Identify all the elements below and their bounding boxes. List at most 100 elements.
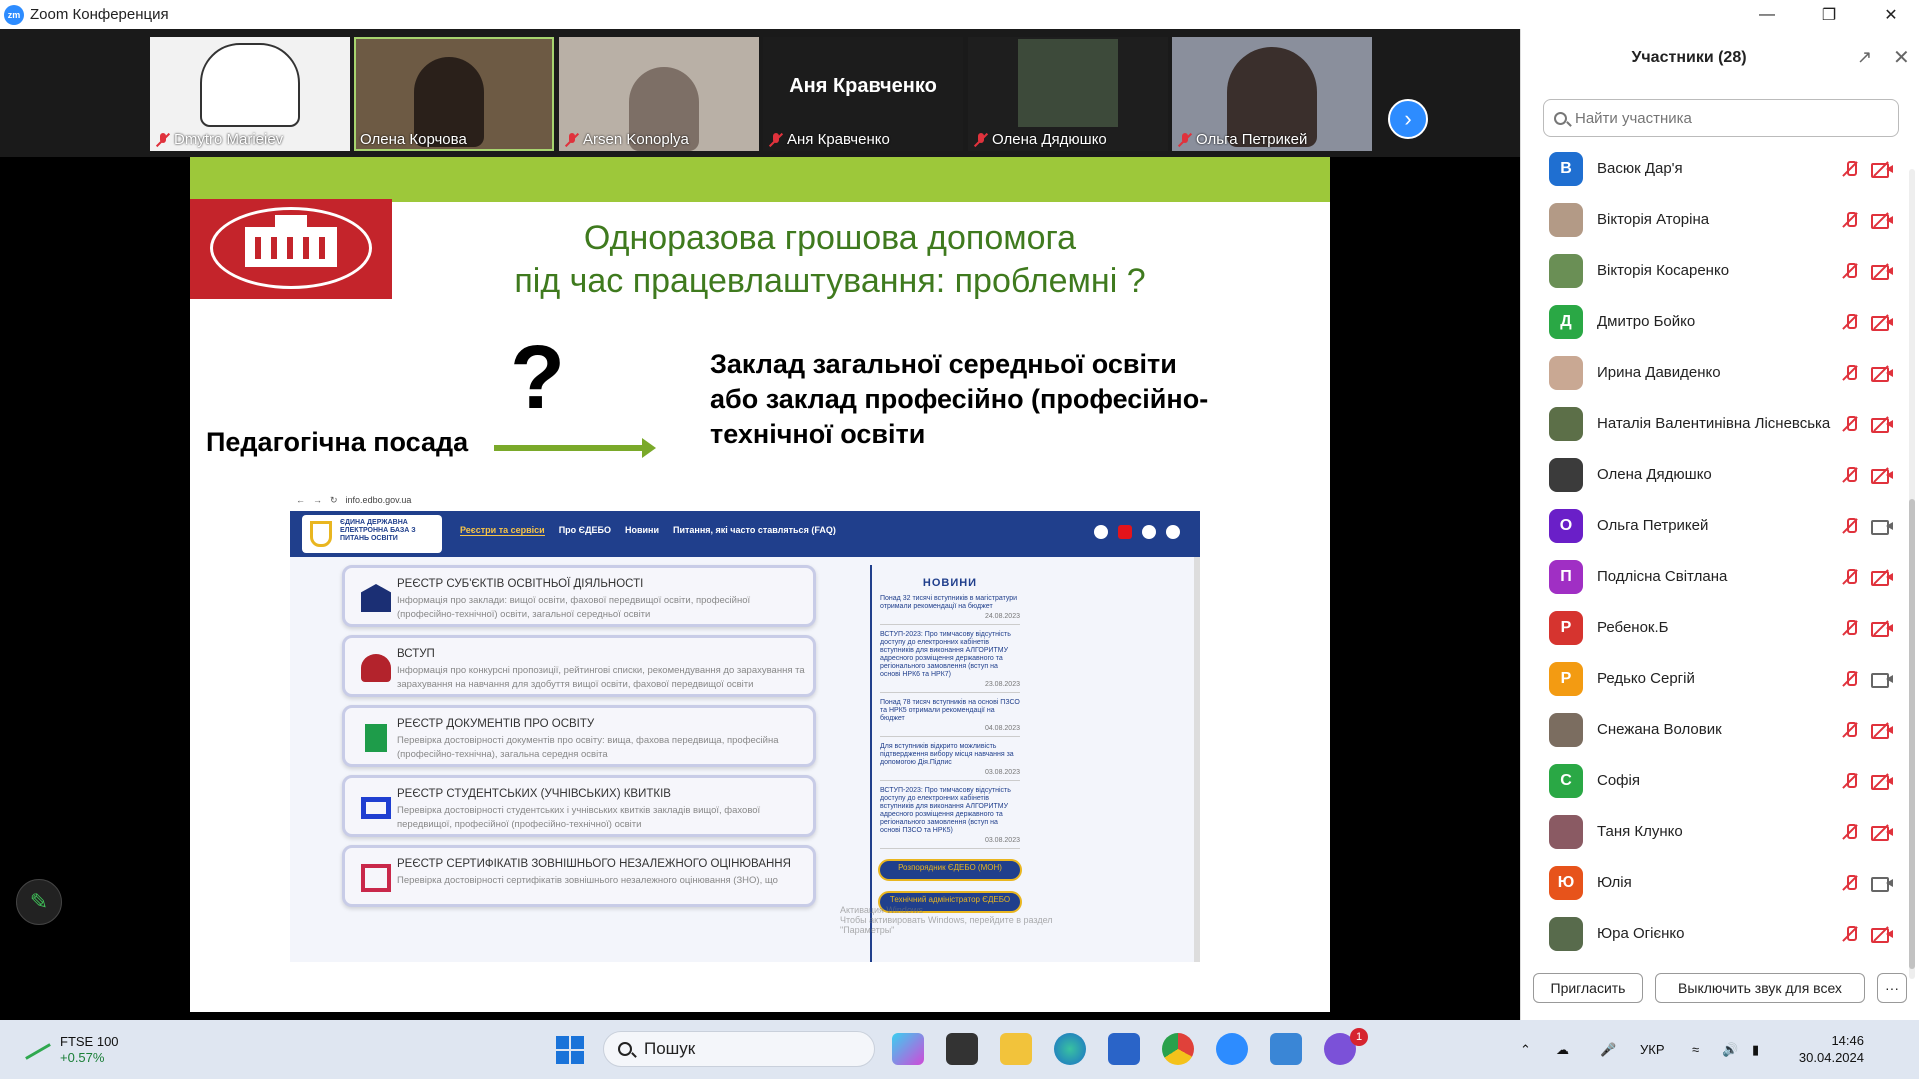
trident-icon (310, 521, 332, 547)
mic-muted-icon[interactable] (1841, 568, 1859, 586)
participant-row[interactable]: Ирина Давиденко (1521, 347, 1905, 398)
participant-row[interactable]: Таня Клунко (1521, 806, 1905, 857)
participant-row[interactable]: О Ольга Петрикей (1521, 500, 1905, 551)
mic-muted-icon (156, 132, 170, 147)
video-tile[interactable]: Arsen Konoplya (559, 37, 759, 151)
microphone-icon[interactable]: 🎤 (1600, 1020, 1616, 1079)
mic-muted-icon[interactable] (1841, 313, 1859, 331)
camera-off-icon[interactable] (1871, 263, 1893, 280)
participant-row[interactable]: Наталія Валентинівна Лісневська (1521, 398, 1905, 449)
camera-off-icon[interactable] (1871, 161, 1893, 178)
camera-off-icon[interactable] (1871, 416, 1893, 433)
video-tile-active-speaker[interactable]: Олена Корчова (354, 37, 554, 151)
participant-row[interactable]: Д Дмитро Бойко (1521, 296, 1905, 347)
minimize-button[interactable]: — (1739, 0, 1795, 29)
participants-scrollbar[interactable] (1909, 169, 1915, 979)
taskbar-search[interactable]: Пошук (603, 1031, 875, 1067)
slide-title: Одноразова грошова допомога під час прац… (514, 219, 1146, 300)
mic-muted-icon[interactable] (1841, 823, 1859, 841)
participant-row[interactable]: Снежана Воловик (1521, 704, 1905, 755)
participant-search-input[interactable] (1575, 109, 1875, 127)
invite-button[interactable]: Пригласить (1533, 973, 1643, 1003)
camera-off-icon[interactable] (1871, 365, 1893, 382)
taskbar-search-label: Пошук (644, 1039, 696, 1058)
browser-url: info.edbo.gov.ua (345, 495, 412, 505)
participant-row[interactable]: П Подлісна Світлана (1521, 551, 1905, 602)
menu-registries: Реєстри та сервіси (460, 525, 545, 536)
news-sidebar: НОВИНИ Понад 32 тисячі вступників в магі… (870, 565, 1028, 962)
participant-row[interactable]: Юра Огієнко (1521, 908, 1905, 959)
mic-muted-icon[interactable] (1841, 415, 1859, 433)
store-icon[interactable] (1108, 1033, 1140, 1065)
mic-muted-icon[interactable] (1841, 517, 1859, 535)
edge-icon[interactable] (1054, 1033, 1086, 1065)
wifi-icon[interactable]: ≈ (1692, 1020, 1699, 1079)
task-view-icon[interactable] (946, 1033, 978, 1065)
camera-off-icon[interactable] (1871, 314, 1893, 331)
mic-muted-icon[interactable] (1841, 874, 1859, 892)
participant-row[interactable]: Р Редько Сергій (1521, 653, 1905, 704)
more-options-button[interactable]: ··· (1877, 973, 1907, 1003)
mic-muted-icon[interactable] (1841, 364, 1859, 382)
participant-name: Ребенок.Б (1597, 619, 1669, 636)
close-window-button[interactable]: ✕ (1863, 0, 1919, 29)
volume-icon[interactable]: 🔊 (1722, 1020, 1738, 1079)
camera-icon[interactable] (1871, 518, 1893, 535)
tray-chevron-up-icon[interactable]: ⌃ (1520, 1020, 1531, 1079)
avatar (1549, 406, 1583, 441)
participant-row[interactable]: Олена Дядюшко (1521, 449, 1905, 500)
video-tile[interactable]: Ольга Петрикей (1172, 37, 1372, 151)
notepad-icon[interactable] (1270, 1033, 1302, 1065)
system-clock[interactable]: 14:46 30.04.2024 (1788, 1032, 1864, 1066)
camera-off-icon[interactable] (1871, 722, 1893, 739)
mic-muted-icon[interactable] (1841, 670, 1859, 688)
camera-off-icon[interactable] (1871, 824, 1893, 841)
participant-row[interactable]: Вікторія Аторіна (1521, 194, 1905, 245)
participant-row[interactable]: Р Ребенок.Б (1521, 602, 1905, 653)
next-page-button[interactable]: › (1388, 99, 1428, 139)
mic-muted-icon[interactable] (1841, 466, 1859, 484)
mic-muted-icon[interactable] (1841, 619, 1859, 637)
copilot-icon[interactable] (892, 1033, 924, 1065)
mic-muted-icon[interactable] (1841, 262, 1859, 280)
camera-off-icon[interactable] (1871, 773, 1893, 790)
mic-muted-icon[interactable] (1841, 160, 1859, 178)
camera-off-icon[interactable] (1871, 569, 1893, 586)
mute-all-button[interactable]: Выключить звук для всех (1655, 973, 1865, 1003)
onedrive-icon[interactable]: ☁ (1556, 1020, 1569, 1079)
scrollbar-thumb[interactable] (1909, 499, 1915, 969)
video-tile[interactable]: Олена Дядюшко (968, 37, 1168, 151)
participant-row[interactable]: С Софія (1521, 755, 1905, 806)
mic-muted-icon[interactable] (1841, 772, 1859, 790)
file-explorer-icon[interactable] (1000, 1033, 1032, 1065)
video-tile[interactable]: Аня Кравченко Аня Кравченко (763, 37, 963, 151)
pop-out-icon[interactable]: ↗ (1857, 47, 1872, 68)
zoom-taskbar-icon[interactable] (1216, 1033, 1248, 1065)
camera-off-icon[interactable] (1871, 212, 1893, 229)
camera-off-icon[interactable] (1871, 926, 1893, 943)
participant-name: Снежана Воловик (1597, 721, 1722, 738)
video-tile[interactable]: Dmytro Marieiev (150, 37, 350, 151)
mic-muted-icon[interactable] (1841, 925, 1859, 943)
participant-row[interactable]: В Васюк Дар'я (1521, 143, 1905, 194)
participant-row[interactable]: Вікторія Косаренко (1521, 245, 1905, 296)
camera-off-icon[interactable] (1871, 620, 1893, 637)
registry-card: РЕЄСТР ДОКУМЕНТІВ ПРО ОСВІТУ Перевірка д… (342, 705, 816, 767)
embedded-browser-screenshot: ← → ↻ info.edbo.gov.ua ЄДИНА ДЕРЖАВНА ЕЛ… (290, 489, 1200, 962)
battery-icon[interactable]: ▮ (1752, 1020, 1759, 1079)
restore-button[interactable]: ❐ (1801, 0, 1857, 29)
language-indicator[interactable]: УКР (1640, 1020, 1665, 1079)
start-button-icon[interactable] (556, 1036, 584, 1064)
camera-icon[interactable] (1871, 671, 1893, 688)
close-panel-icon[interactable]: ✕ (1893, 45, 1910, 70)
camera-icon[interactable] (1871, 875, 1893, 892)
stock-widget[interactable]: FTSE 100 +0.57% (24, 1034, 119, 1066)
chrome-icon[interactable] (1162, 1033, 1194, 1065)
participant-name: Вікторія Косаренко (1597, 262, 1730, 279)
mic-muted-icon[interactable] (1841, 211, 1859, 229)
participant-search[interactable] (1543, 99, 1899, 137)
participant-row[interactable]: Ю Юлія (1521, 857, 1905, 908)
annotate-pen-button[interactable]: ✎ (16, 879, 62, 925)
mic-muted-icon[interactable] (1841, 721, 1859, 739)
camera-off-icon[interactable] (1871, 467, 1893, 484)
